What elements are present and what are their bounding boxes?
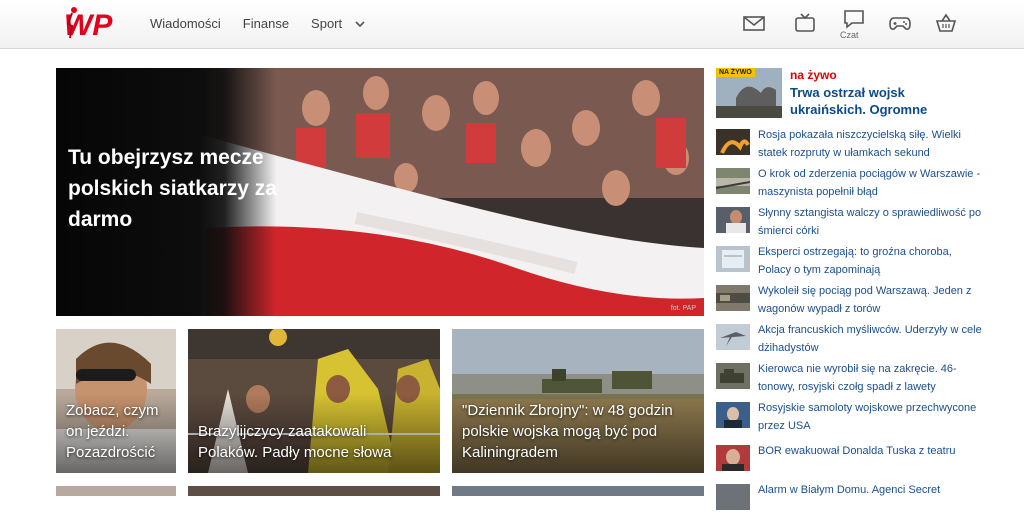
list-item[interactable]: Kierowca nie wyrobił się na zakręcie. 46…	[716, 361, 986, 397]
article-thumb-partial[interactable]	[188, 486, 440, 496]
card-caption[interactable]: Zobacz, czym on jeździ. Pozazdrościć	[66, 400, 174, 463]
list-item-text[interactable]: BOR ewakuował Donalda Tuska z teatru	[758, 443, 983, 461]
article-thumb-partial[interactable]	[452, 486, 704, 496]
list-thumb	[716, 285, 750, 311]
list-item-text[interactable]: Wykoleił się pociąg pod Warszawą. Jeden …	[758, 283, 983, 318]
list-item-text[interactable]: Rosja pokazała niszczycielską siłę. Wiel…	[758, 127, 983, 162]
list-item-text[interactable]: Rosyjskie samoloty wojskowe przechwycone…	[758, 400, 983, 435]
list-item-text[interactable]: Akcja francuskich myśliwców. Uderzyły w …	[758, 322, 983, 357]
list-item[interactable]: Alarm w Białym Domu. Agenci Secret	[716, 482, 986, 518]
list-thumb	[716, 246, 750, 272]
basket-icon[interactable]	[934, 12, 958, 34]
list-item-text[interactable]: Kierowca nie wyrobił się na zakręcie. 46…	[758, 361, 983, 396]
main-nav: Wiadomości Finanse Sport	[150, 16, 342, 31]
list-thumb	[716, 445, 750, 471]
chevron-down-icon[interactable]	[354, 17, 366, 29]
article-thumb-partial[interactable]	[56, 486, 176, 496]
article-card[interactable]: "Dziennik Zbrojny": w 48 godzin polskie …	[452, 329, 704, 473]
list-item[interactable]: BOR ewakuował Donalda Tuska z teatru	[716, 443, 986, 479]
live-headline[interactable]: Trwa ostrzał wojsk ukraińskich. Ogromne	[790, 84, 970, 118]
site-header: WP Wiadomości Finanse Sport Czat	[0, 0, 1024, 49]
list-item[interactable]: Rosja pokazała niszczycielską siłę. Wiel…	[716, 127, 986, 163]
list-item[interactable]: Akcja francuskich myśliwców. Uderzyły w …	[716, 322, 986, 358]
wp-logo[interactable]: WP	[58, 4, 118, 44]
gamepad-icon[interactable]	[888, 12, 912, 34]
article-card[interactable]: Brazylijczycy zaatakowali Polaków. Padły…	[188, 329, 440, 473]
list-thumb	[716, 129, 750, 155]
live-thumbnail[interactable]: NA ŻYWO	[716, 68, 782, 118]
chat-icon[interactable]	[842, 8, 866, 30]
list-item-text[interactable]: O krok od zderzenia pociągów w Warszawie…	[758, 166, 983, 201]
list-item[interactable]: Wykoleił się pociąg pod Warszawą. Jeden …	[716, 283, 986, 319]
photo-credit: fot. PAP	[670, 305, 696, 312]
nav-finanse[interactable]: Finanse	[243, 16, 289, 31]
list-thumb	[716, 484, 750, 510]
article-card[interactable]: Zobacz, czym on jeździ. Pozazdrościć	[56, 329, 176, 473]
hero-article[interactable]: Tu obejrzysz mecze polskich siatkarzy za…	[56, 68, 704, 316]
live-label: na żywo	[790, 68, 837, 82]
chat-label[interactable]: Czat	[840, 30, 859, 40]
mail-icon[interactable]	[742, 12, 766, 34]
nav-wiadomosci[interactable]: Wiadomości	[150, 16, 221, 31]
tv-icon[interactable]	[793, 12, 817, 34]
hero-title[interactable]: Tu obejrzysz mecze polskich siatkarzy za…	[68, 142, 308, 235]
list-thumb	[716, 207, 750, 233]
list-item[interactable]: Słynny sztangista walczy o sprawiedliwoś…	[716, 205, 986, 241]
card-caption[interactable]: "Dziennik Zbrojny": w 48 godzin polskie …	[462, 400, 697, 463]
list-thumb	[716, 402, 750, 428]
nav-sport[interactable]: Sport	[311, 16, 342, 31]
list-item[interactable]: Rosyjskie samoloty wojskowe przechwycone…	[716, 400, 986, 436]
list-item-text[interactable]: Słynny sztangista walczy o sprawiedliwoś…	[758, 205, 983, 240]
live-badge: NA ŻYWO	[716, 68, 755, 77]
list-item[interactable]: O krok od zderzenia pociągów w Warszawie…	[716, 166, 986, 202]
list-thumb	[716, 363, 750, 389]
list-thumb	[716, 324, 750, 350]
list-thumb	[716, 168, 750, 194]
list-item-text[interactable]: Alarm w Białym Domu. Agenci Secret	[758, 482, 983, 500]
list-item-text[interactable]: Eksperci ostrzegają: to groźna choroba, …	[758, 244, 983, 279]
list-item[interactable]: Eksperci ostrzegają: to groźna choroba, …	[716, 244, 986, 280]
card-caption[interactable]: Brazylijczycy zaatakowali Polaków. Padły…	[198, 421, 428, 463]
